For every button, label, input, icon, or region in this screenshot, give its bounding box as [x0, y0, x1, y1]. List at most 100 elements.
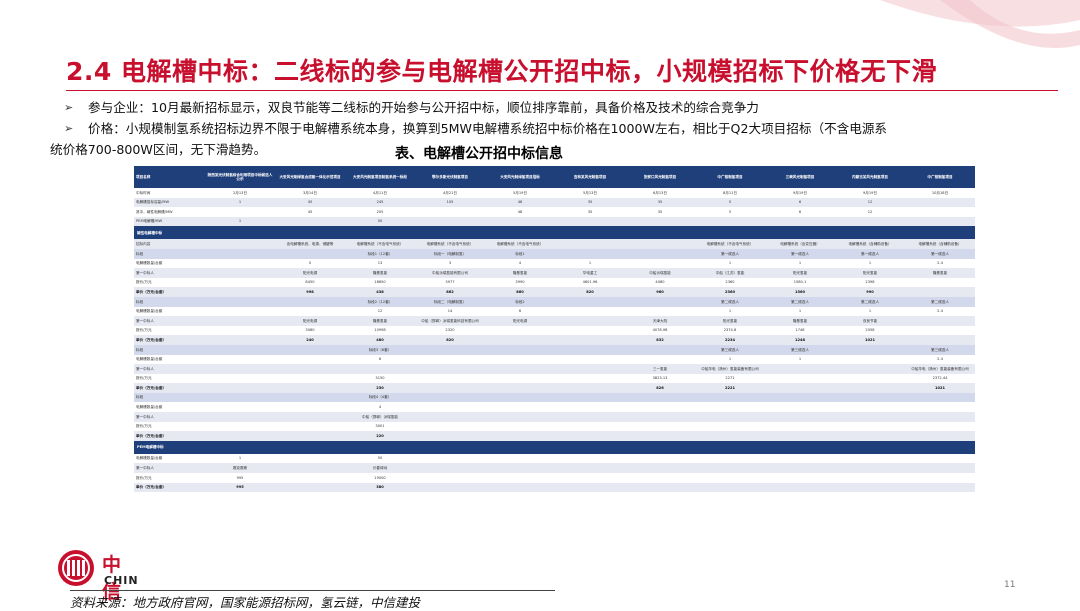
row-label-cell: 报价/万元 [134, 325, 205, 336]
bullet-text: 统价格700-800W区间，无下滑趋势。 [50, 142, 267, 157]
table-cell: 2月13日 [205, 188, 275, 198]
table-cell [485, 473, 555, 483]
table-cell [695, 473, 765, 483]
table-cell [835, 354, 905, 365]
table-cell: 标段2（12套） [345, 296, 415, 307]
table-cell [625, 296, 695, 307]
table-row: 报价/万元 3150 3823.13 2271 2372.44 [134, 373, 975, 384]
table-cell [415, 392, 485, 403]
table-cell [905, 453, 975, 464]
table-cell [415, 354, 485, 365]
table-cell: 1 [205, 453, 275, 464]
row-label-cell: PEM电解槽/MW [134, 216, 205, 227]
table-cell: 第一候选人 [905, 248, 975, 259]
table-cell: 2.4 [905, 258, 975, 269]
table-cell: 电解槽系统（不含电气系统） [345, 239, 415, 249]
table-cell [485, 354, 555, 365]
table-cell: 1580.1 [765, 277, 835, 288]
table-row: 第一中标人 三一氢能 中船华电（扬州）氢能装备有限公司 中船华电（扬州）氢能装备有限公… [134, 364, 975, 374]
bullet-marker-icon: ➢ [64, 122, 74, 135]
table-cell: 230 [345, 383, 415, 393]
table-row: 标段 标段2（12套） 标段二（电解制氢） 标段2 第二候选人 第二候选人 第二候选人 第二候… [134, 296, 975, 307]
table-cell [625, 354, 695, 365]
table-cell: 2234 [695, 335, 765, 345]
table-row: 第一中标人 中船（邯郸）派瑞氢能 [134, 412, 975, 422]
table-cell [485, 402, 555, 413]
table-cell [555, 453, 625, 464]
source-note: 资料来源：地方政府官网，国家能源招标网，氢云链，中信建投 [70, 595, 421, 610]
table-cell [765, 421, 835, 432]
table-cell: 含电解槽系统、电源、储罐等 [275, 239, 345, 249]
table-cell: 第二候选人 [835, 296, 905, 307]
table-cell: 438 [345, 287, 415, 297]
table-row: 中标时间 2月13日 3月14日 4月11日 4月21日 5月19日 5月13日 6月13日 8… [134, 188, 975, 198]
row-label-cell: 中标时间 [134, 188, 205, 198]
table-cell [695, 453, 765, 464]
table-cell [205, 383, 275, 393]
row-label-cell: 电解槽数量/台套 [134, 258, 205, 269]
table-cell [625, 431, 695, 441]
bullet-text: 价格：小规模制氢系统招标边界不限于电解槽系统本身，换算到5MW电解槽系统招中标价… [88, 121, 888, 136]
table-cell: 1 [765, 258, 835, 269]
table-cell [485, 392, 555, 403]
table-cell: 大安风光制绿氢合成氨一体化示范项目 [275, 166, 345, 188]
table-cell [415, 216, 485, 227]
table-cell [835, 402, 905, 413]
table-cell: 2221 [695, 383, 765, 393]
table-cell [555, 482, 625, 493]
table-cell: 2271 [695, 373, 765, 384]
table-row: 标段 标段1（12套） 标段一（电解制氢） 标段1 第一候选人 第一候选人 第一候选人 第一候… [134, 248, 975, 259]
table-cell [625, 392, 695, 403]
table-cell: 2058 [835, 325, 905, 336]
table-cell: 中船（江苏）氢能 [695, 268, 765, 278]
bullet-marker-icon: ➢ [64, 101, 74, 114]
table-cell: 995 [205, 482, 275, 493]
table-cell [835, 216, 905, 227]
table-cell: 吉林某风光制氢项目 [555, 166, 625, 188]
row-label-cell: 电解槽数量/台套 [134, 453, 205, 464]
table-row: 电解槽数量/台套 4 [134, 402, 975, 413]
table-cell [555, 344, 625, 355]
table-cell: 45 [275, 197, 345, 208]
table-cell: 3977 [415, 277, 485, 288]
page-number: 11 [1004, 580, 1016, 590]
table-cell [905, 207, 975, 217]
table-cell: 6 [765, 207, 835, 217]
table-cell: 48 [485, 197, 555, 208]
table-cell [205, 364, 275, 374]
table-cell: 2.4 [905, 354, 975, 365]
table-cell [695, 463, 765, 474]
table-cell [555, 412, 625, 422]
table-cell: 1248 [765, 335, 835, 345]
table-cell [625, 344, 695, 355]
table-cell: 阳光电源 [485, 316, 555, 326]
table-cell [905, 335, 975, 345]
table-cell [765, 364, 835, 374]
row-label-cell: 电解槽数量/台套 [134, 354, 205, 365]
table-cell: 隆基氢能 [905, 268, 975, 278]
table-cell: 隆基氢能 [765, 316, 835, 326]
table-cell [835, 482, 905, 493]
table-cell: 1 [835, 306, 905, 317]
table-cell [415, 463, 485, 474]
table-cell: 45 [275, 207, 345, 217]
table-cell: 标段1（12套） [345, 248, 415, 259]
table-cell [555, 216, 625, 227]
table-row: 第一中标人 赛克赛斯 长春绿动 [134, 463, 975, 474]
table-cell [555, 421, 625, 432]
table-cell [275, 482, 345, 493]
table-cell: 8月11日 [695, 188, 765, 198]
table-cell [415, 344, 485, 355]
table-cell [905, 216, 975, 227]
table-cell [275, 306, 345, 317]
table-cell: 2372.44 [905, 373, 975, 384]
table-cell [625, 482, 695, 493]
table-cell [205, 268, 275, 278]
table-cell: 860 [485, 287, 555, 297]
table-cell: 4601.96 [555, 277, 625, 288]
table-cell [765, 473, 835, 483]
table-cell: 6 [765, 197, 835, 208]
table-cell: 4 [485, 258, 555, 269]
table-cell [485, 335, 555, 345]
table-cell: 5月13日 [555, 188, 625, 198]
